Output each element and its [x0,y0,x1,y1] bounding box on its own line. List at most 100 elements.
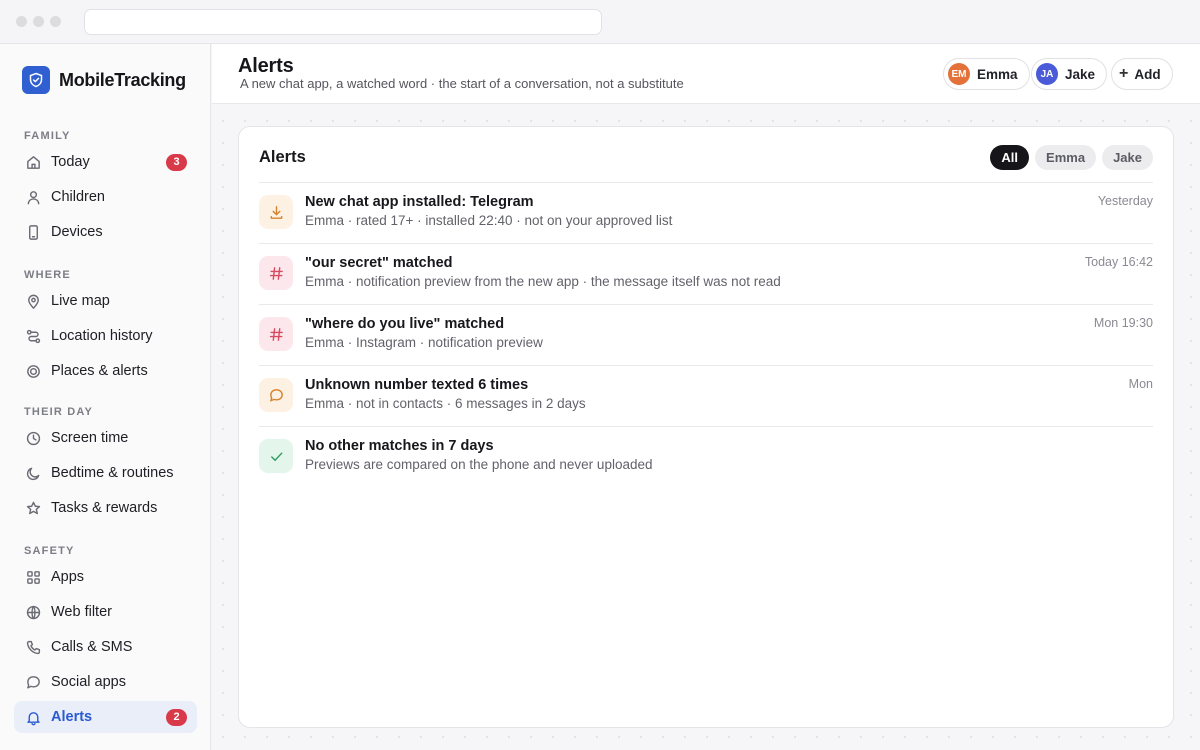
alert-time: Mon 19:30 [1093,316,1153,330]
window-maximize-dot[interactable] [50,16,61,27]
target-icon [24,362,42,380]
filter-jake[interactable]: Jake [1102,145,1153,170]
sidebar-item-label: Web filter [51,604,112,620]
sidebar-item-label: Today [51,154,90,170]
brand[interactable]: MobileTracking [22,66,186,94]
clock-icon [24,429,42,447]
sidebar-item-label: Alerts [51,709,93,725]
sidebar-item-location-history[interactable]: Location history [14,320,197,352]
alert-row[interactable]: "where do you live" matched Emma · Instag… [259,304,1153,365]
alert-detail: Emma · not in contacts · 6 messages in 2… [305,396,586,411]
chat-bubble-icon [259,378,293,412]
add-child-button[interactable]: + Add [1111,58,1173,90]
section-title-their-day: THEIR DAY [24,406,94,418]
sidebar-item-apps[interactable]: Apps [14,561,197,593]
brand-name: MobileTracking [59,69,186,90]
alert-detail: Previews are compared on the phone and n… [305,457,653,472]
count-badge: 3 [166,154,187,171]
section-title-where: WHERE [24,269,71,281]
window-chrome [0,0,1200,44]
sidebar-item-label: Children [51,189,105,205]
alert-title: No other matches in 7 days [305,438,494,454]
alert-title: New chat app installed: Telegram [305,194,534,210]
child-name: Jake [1065,66,1096,82]
sidebar-item-today[interactable]: Today 3 [14,146,197,178]
filter-group: All Emma Jake [990,145,1153,170]
filter-all[interactable]: All [990,145,1030,170]
alert-row[interactable]: Unknown number texted 6 times Emma · not … [259,365,1153,426]
card-title: Alerts [259,148,306,166]
page-header: Alerts A new chat app, a watched word · … [212,44,1200,104]
section-title-safety: SAFETY [24,545,75,557]
alerts-card: Alerts All Emma Jake New chat app instal… [238,126,1174,728]
person-icon [24,188,42,206]
sidebar-item-bedtime-and-routines[interactable]: Bedtime & routines [14,457,197,489]
alert-list: New chat app installed: Telegram Emma · r… [259,182,1153,487]
hash-icon [259,317,293,351]
sidebar-item-screen-time[interactable]: Screen time [14,422,197,454]
add-label: Add [1134,66,1161,82]
phone-call-icon [24,638,42,656]
sidebar-item-label: Places & alerts [51,363,148,379]
sidebar-item-devices[interactable]: Devices [14,216,197,248]
window-minimize-dot[interactable] [33,16,44,27]
sidebar-item-label: Bedtime & routines [51,465,174,481]
avatar: JA [1036,63,1058,85]
map-pin-icon [24,292,42,310]
sidebar: MobileTracking FAMILY Today 3 Children Devic… [0,44,211,750]
sidebar-item-label: Devices [51,224,103,240]
section-title-family: FAMILY [24,130,71,142]
bell-icon [24,708,42,726]
alert-detail: Emma · Instagram · notification preview [305,335,543,350]
alert-detail: Emma · notification preview from the new… [305,274,781,289]
moon-icon [24,464,42,482]
sidebar-item-children[interactable]: Children [14,181,197,213]
page-title: Alerts [238,55,294,77]
sidebar-item-places-and-alerts[interactable]: Places & alerts [14,355,197,387]
alert-row[interactable]: "our secret" matched Emma · notification … [259,243,1153,304]
alert-title: "where do you live" matched [305,316,505,332]
alert-time: Mon [1128,377,1153,391]
hash-icon [259,256,293,290]
route-icon [24,327,42,345]
filter-emma[interactable]: Emma [1035,145,1097,170]
sidebar-item-web-filter[interactable]: Web filter [14,596,197,628]
chat-bubble-icon [24,673,42,691]
sidebar-item-label: Tasks & rewards [51,500,158,516]
check-icon [259,439,293,473]
window-close-dot[interactable] [16,16,27,27]
globe-icon [24,603,42,621]
sidebar-item-label: Social apps [51,674,126,690]
count-badge: 2 [166,709,187,726]
sidebar-item-calls-and-sms[interactable]: Calls & SMS [14,631,197,663]
sidebar-item-social-apps[interactable]: Social apps [14,666,197,698]
alert-title: Unknown number texted 6 times [305,377,529,393]
child-chip-emma[interactable]: EM Emma [943,58,1030,90]
main-area: Alerts A new chat app, a watched word · … [212,44,1200,750]
plus-icon: + [1119,65,1129,82]
sidebar-item-live-map[interactable]: Live map [14,285,197,317]
sidebar-item-alerts[interactable]: Alerts 2 [14,701,197,733]
child-name: Emma [977,66,1018,82]
child-chip-jake[interactable]: JA Jake [1031,58,1108,90]
address-bar[interactable] [84,9,602,35]
alert-title: "our secret" matched [305,255,453,271]
download-icon [259,195,293,229]
grid-icon [24,568,42,586]
alert-time: Today 16:42 [1084,255,1153,269]
alert-row[interactable]: No other matches in 7 days Previews are c… [259,426,1153,487]
star-icon [24,499,42,517]
alert-row[interactable]: New chat app installed: Telegram Emma · r… [259,182,1153,243]
sidebar-item-label: Live map [51,293,110,309]
sidebar-item-label: Screen time [51,430,129,446]
sidebar-item-label: Apps [51,569,85,585]
shield-logo-icon [22,66,50,94]
sidebar-item-tasks-and-rewards[interactable]: Tasks & rewards [14,492,197,524]
sidebar-item-label: Location history [51,328,153,344]
alert-time: Yesterday [1097,194,1153,208]
avatar: EM [948,63,970,85]
alert-detail: Emma · rated 17+ · installed 22:40 · not… [305,213,673,228]
page-subtitle: A new chat app, a watched word · the sta… [240,76,684,91]
sidebar-item-label: Calls & SMS [51,639,133,655]
phone-icon [24,223,42,241]
